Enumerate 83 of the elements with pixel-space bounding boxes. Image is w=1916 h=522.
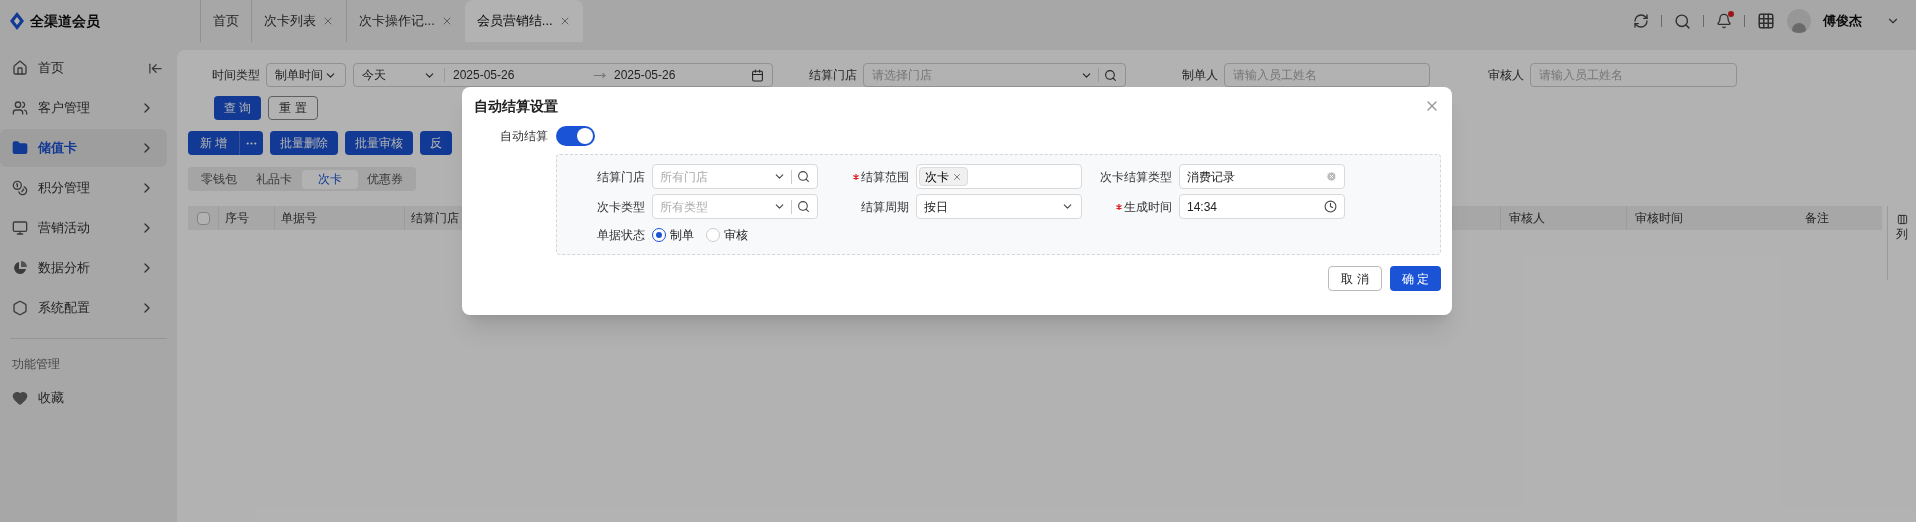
- close-icon: [322, 15, 334, 27]
- action-button[interactable]: 批量审核: [345, 131, 414, 155]
- remove-icon: [952, 171, 962, 182]
- folder-icon: [12, 140, 28, 156]
- monitor-icon: [12, 220, 28, 236]
- hexagon-icon: [12, 300, 28, 316]
- refresh-icon[interactable]: [1633, 13, 1649, 29]
- app-name: 全渠道会员: [30, 11, 100, 31]
- columns-icon: [1896, 214, 1908, 225]
- field-label: 单据状态: [596, 227, 645, 244]
- field-label: 生成时间: [1124, 198, 1172, 216]
- field-label: 制单人: [1182, 67, 1218, 84]
- users-icon: [12, 100, 28, 116]
- clock-icon: [1324, 200, 1337, 213]
- action-button[interactable]: 反: [420, 131, 453, 155]
- date-range-field[interactable]: 今天 2025-05-26 2025-05-26: [353, 63, 773, 87]
- sidebar-item[interactable]: 数据分析: [0, 249, 167, 287]
- field-label: 自动结算: [500, 128, 548, 145]
- section-title: 功能管理: [12, 356, 61, 373]
- notification-button[interactable]: [1716, 13, 1732, 29]
- field-label: 结算门店: [597, 168, 645, 186]
- select-field[interactable]: 消费记录: [1179, 164, 1345, 189]
- sidebar-item[interactable]: 系统配置: [0, 289, 167, 327]
- search-icon[interactable]: [1674, 12, 1691, 30]
- column-header: 序号: [225, 210, 249, 227]
- calendar-icon: [751, 68, 764, 82]
- home-icon: [12, 60, 28, 76]
- column-header: 备注: [1805, 210, 1829, 227]
- sidebar-item[interactable]: 收藏: [0, 379, 177, 417]
- page-tab[interactable]: 会员营销结...: [464, 0, 583, 42]
- segment-tab[interactable]: 次卡: [302, 169, 358, 189]
- tag-select-field[interactable]: 次卡: [916, 164, 1082, 189]
- reset-button[interactable]: 重 置: [268, 96, 318, 120]
- user-name[interactable]: 傅俊杰: [1823, 11, 1862, 31]
- column-settings-button[interactable]: 列: [1896, 214, 1908, 243]
- sidebar-item[interactable]: 首页: [0, 49, 167, 87]
- page-tab[interactable]: 次卡操作记...: [346, 0, 465, 42]
- dialog-title: 自动结算设置: [474, 96, 559, 116]
- field-label: 时间类型: [212, 67, 260, 84]
- radio-option[interactable]: 审核: [706, 226, 748, 244]
- select-field[interactable]: 制单时间: [266, 63, 346, 87]
- sidebar-item[interactable]: 积分管理: [0, 169, 167, 207]
- radio-button[interactable]: [652, 228, 666, 242]
- page-tab[interactable]: 次卡列表: [251, 0, 346, 42]
- heart-icon: [12, 390, 28, 406]
- select-all-checkbox[interactable]: [196, 211, 210, 225]
- field-label: 结算门店: [809, 67, 857, 84]
- query-button[interactable]: 查 询: [214, 96, 262, 120]
- field-label: 审核人: [1488, 67, 1524, 84]
- apps-grid-icon[interactable]: [1757, 12, 1775, 30]
- field-label: 结算范围: [861, 168, 909, 186]
- column-header: 审核时间: [1635, 210, 1683, 227]
- action-button[interactable]: 批量删除: [270, 131, 339, 155]
- column-header: 结算门店: [411, 210, 459, 227]
- search-icon: [797, 200, 810, 213]
- select-field[interactable]: 按日: [916, 194, 1082, 219]
- add-button[interactable]: 新 增: [188, 131, 240, 155]
- field-label: 结算周期: [861, 198, 909, 216]
- sidebar-item[interactable]: 营销活动: [0, 209, 167, 247]
- coins-icon: [12, 180, 28, 196]
- radio-option[interactable]: 制单: [652, 226, 694, 244]
- toggle-switch[interactable]: [556, 126, 595, 146]
- sidebar-item[interactable]: 客户管理: [0, 89, 167, 127]
- sidebar-item[interactable]: 储值卡: [0, 129, 167, 167]
- cancel-button[interactable]: 取 消: [1328, 266, 1382, 291]
- logo-icon: [10, 12, 24, 30]
- more-button[interactable]: [239, 131, 264, 155]
- clear-icon: [1326, 171, 1337, 182]
- confirm-button[interactable]: 确 定: [1389, 266, 1441, 291]
- search-icon: [1104, 68, 1117, 82]
- field-label: 次卡类型: [597, 198, 645, 216]
- segment-tab[interactable]: 零钱包: [191, 169, 247, 189]
- segment-tab[interactable]: 礼品卡: [246, 169, 302, 189]
- bell-icon: [1716, 13, 1732, 29]
- tag[interactable]: 次卡: [919, 167, 968, 186]
- column-header: 单据号: [281, 210, 317, 227]
- search-icon: [797, 170, 810, 183]
- pie-chart-icon: [12, 260, 28, 276]
- time-field[interactable]: 14:34: [1179, 194, 1345, 219]
- segment-tab[interactable]: 优惠券: [357, 169, 413, 189]
- column-header: 审核人: [1509, 210, 1545, 227]
- field-label: 次卡结算类型: [1100, 168, 1172, 186]
- page-tab[interactable]: 首页: [200, 0, 251, 42]
